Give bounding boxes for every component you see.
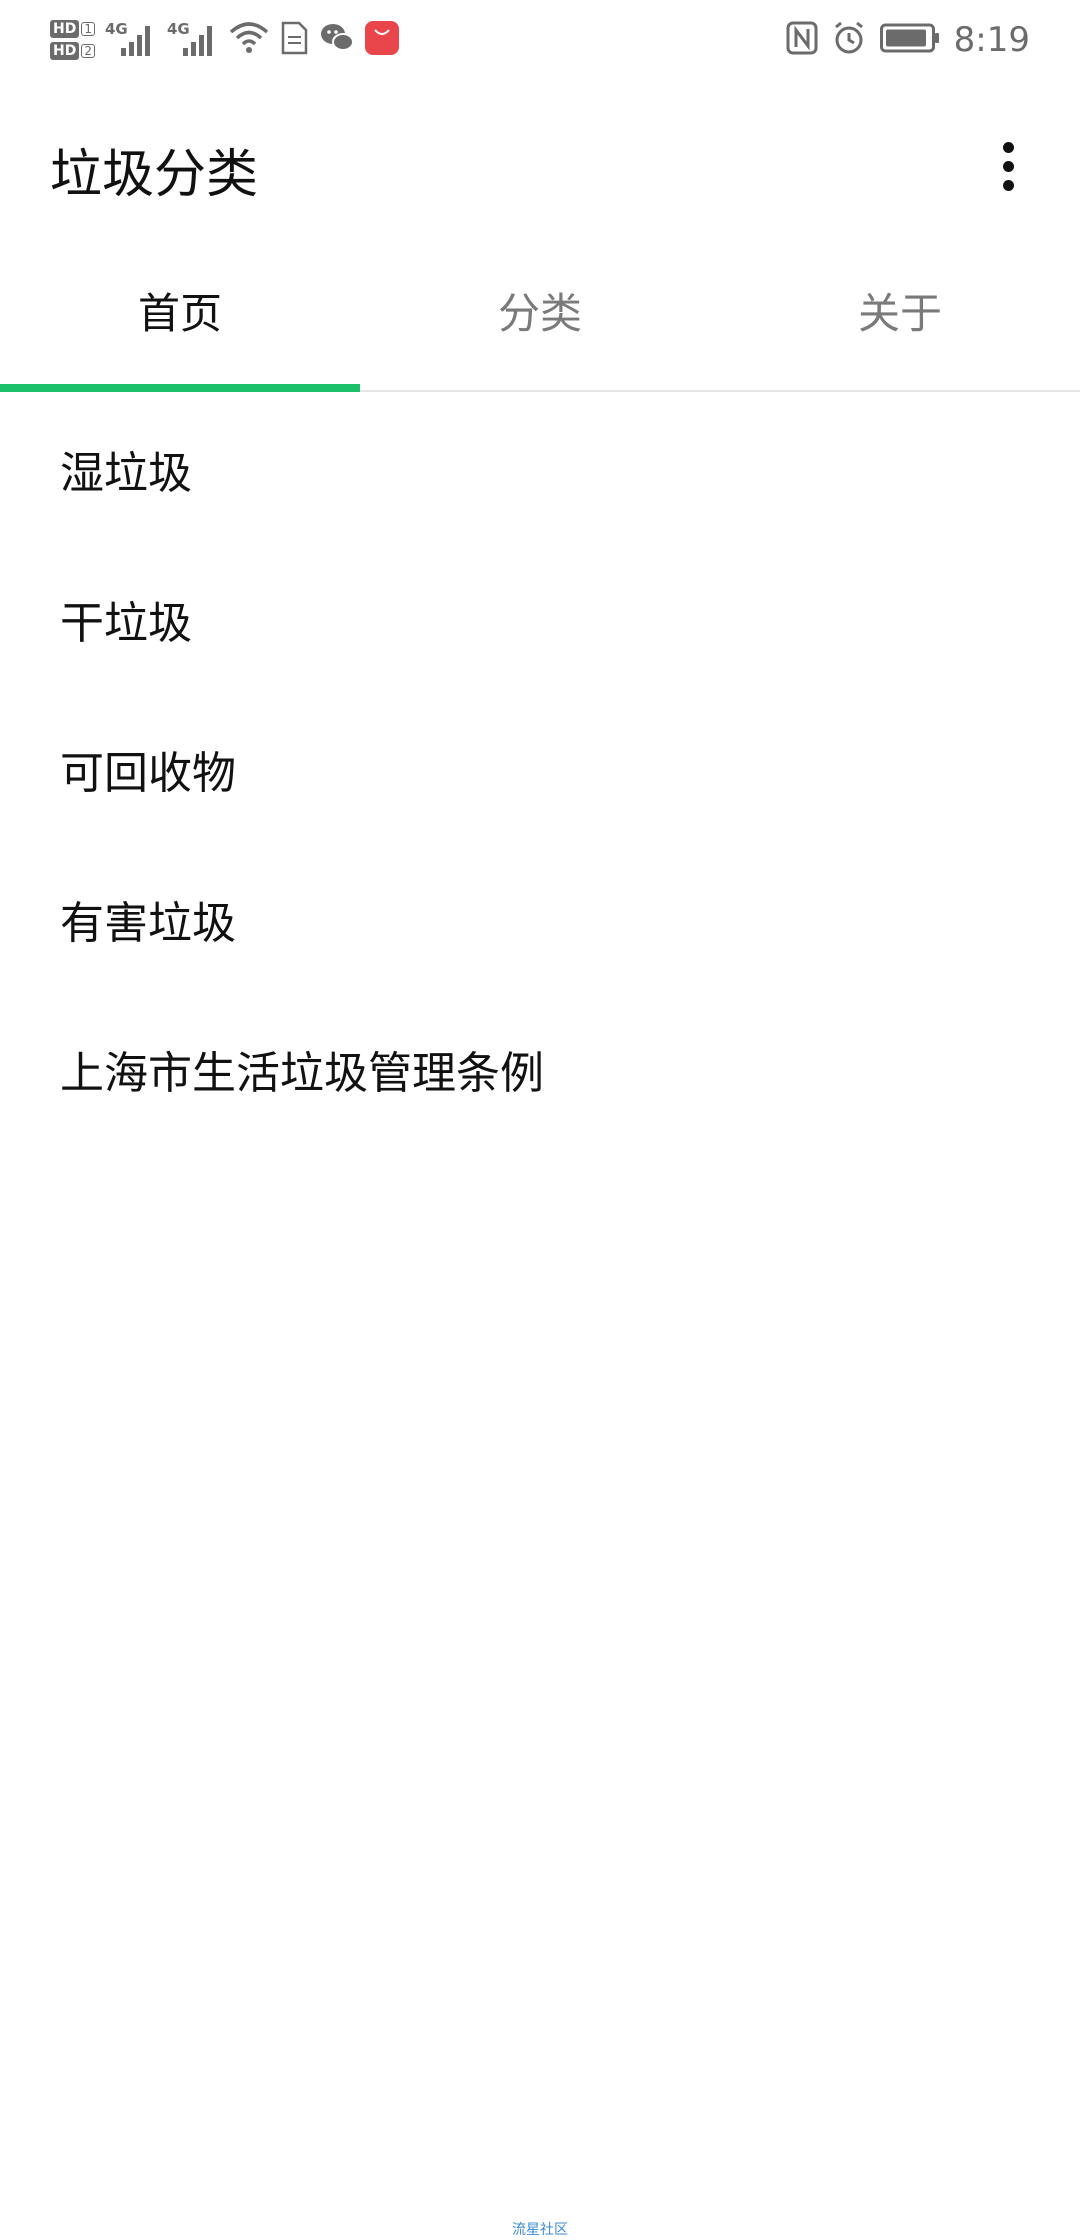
- list-item-regulations[interactable]: 上海市生活垃圾管理条例: [0, 994, 1080, 1144]
- huawei-appgallery-icon: [364, 21, 399, 59]
- list-item-hazardous-waste[interactable]: 有害垃圾: [0, 844, 1080, 994]
- status-bar-right: 8:19: [786, 12, 1030, 68]
- signal-icon-1: 4G: [105, 16, 157, 64]
- more-vert-icon: [1002, 141, 1014, 153]
- tab-category-label: 分类: [497, 288, 582, 338]
- category-list: 湿垃圾 干垃圾 可回收物 有害垃圾 上海市生活垃圾管理条例: [0, 394, 1080, 1144]
- wifi-icon: [229, 20, 269, 60]
- battery-icon: [879, 23, 940, 57]
- watermark: 流星社区: [512, 2222, 568, 2238]
- doc-icon: [279, 21, 309, 59]
- tab-home[interactable]: 首页: [0, 248, 360, 392]
- tab-bar: 首页 分类 关于: [0, 248, 1080, 392]
- app-title: 垃圾分类: [50, 145, 259, 205]
- signal-icon-2: 4G: [167, 16, 219, 64]
- tab-active-indicator: [0, 384, 360, 392]
- alarm-icon: [832, 21, 866, 59]
- list-item-wet-waste[interactable]: 湿垃圾: [0, 394, 1080, 544]
- list-item-label: 可回收物: [60, 748, 236, 799]
- tab-home-label: 首页: [137, 288, 222, 338]
- hd-sim-1: 1: [81, 22, 95, 36]
- wechat-icon: [319, 22, 355, 58]
- list-item-dry-waste[interactable]: 干垃圾: [0, 544, 1080, 694]
- tab-category[interactable]: 分类: [360, 248, 720, 390]
- list-item-label: 上海市生活垃圾管理条例: [60, 1048, 544, 1099]
- app-bar: 垃圾分类: [0, 84, 1080, 248]
- hd-indicator-2: HD 2: [50, 42, 95, 60]
- nfc-icon: [786, 21, 818, 59]
- hd-indicators: HD 1 HD 2: [50, 20, 95, 60]
- status-time: 8:19: [953, 20, 1030, 60]
- hd-label-1: HD: [50, 20, 80, 38]
- more-vert-icon-dot-3: [1002, 179, 1014, 191]
- hd-label-2: HD: [50, 42, 80, 60]
- more-vert-icon-dot-2: [1002, 160, 1014, 172]
- tab-about[interactable]: 关于: [720, 248, 1080, 390]
- list-item-label: 有害垃圾: [60, 898, 236, 949]
- list-item-label: 干垃圾: [60, 598, 192, 649]
- tab-about-label: 关于: [857, 288, 942, 338]
- list-item-recyclable[interactable]: 可回收物: [0, 694, 1080, 844]
- hd-sim-2: 2: [81, 44, 95, 58]
- list-item-label: 湿垃圾: [60, 448, 192, 499]
- more-options-button[interactable]: [976, 134, 1040, 198]
- status-bar: HD 1 HD 2 4G 4G 8:19: [0, 0, 1080, 84]
- status-bar-left: HD 1 HD 2 4G 4G: [50, 10, 399, 70]
- hd-indicator-1: HD 1: [50, 20, 95, 38]
